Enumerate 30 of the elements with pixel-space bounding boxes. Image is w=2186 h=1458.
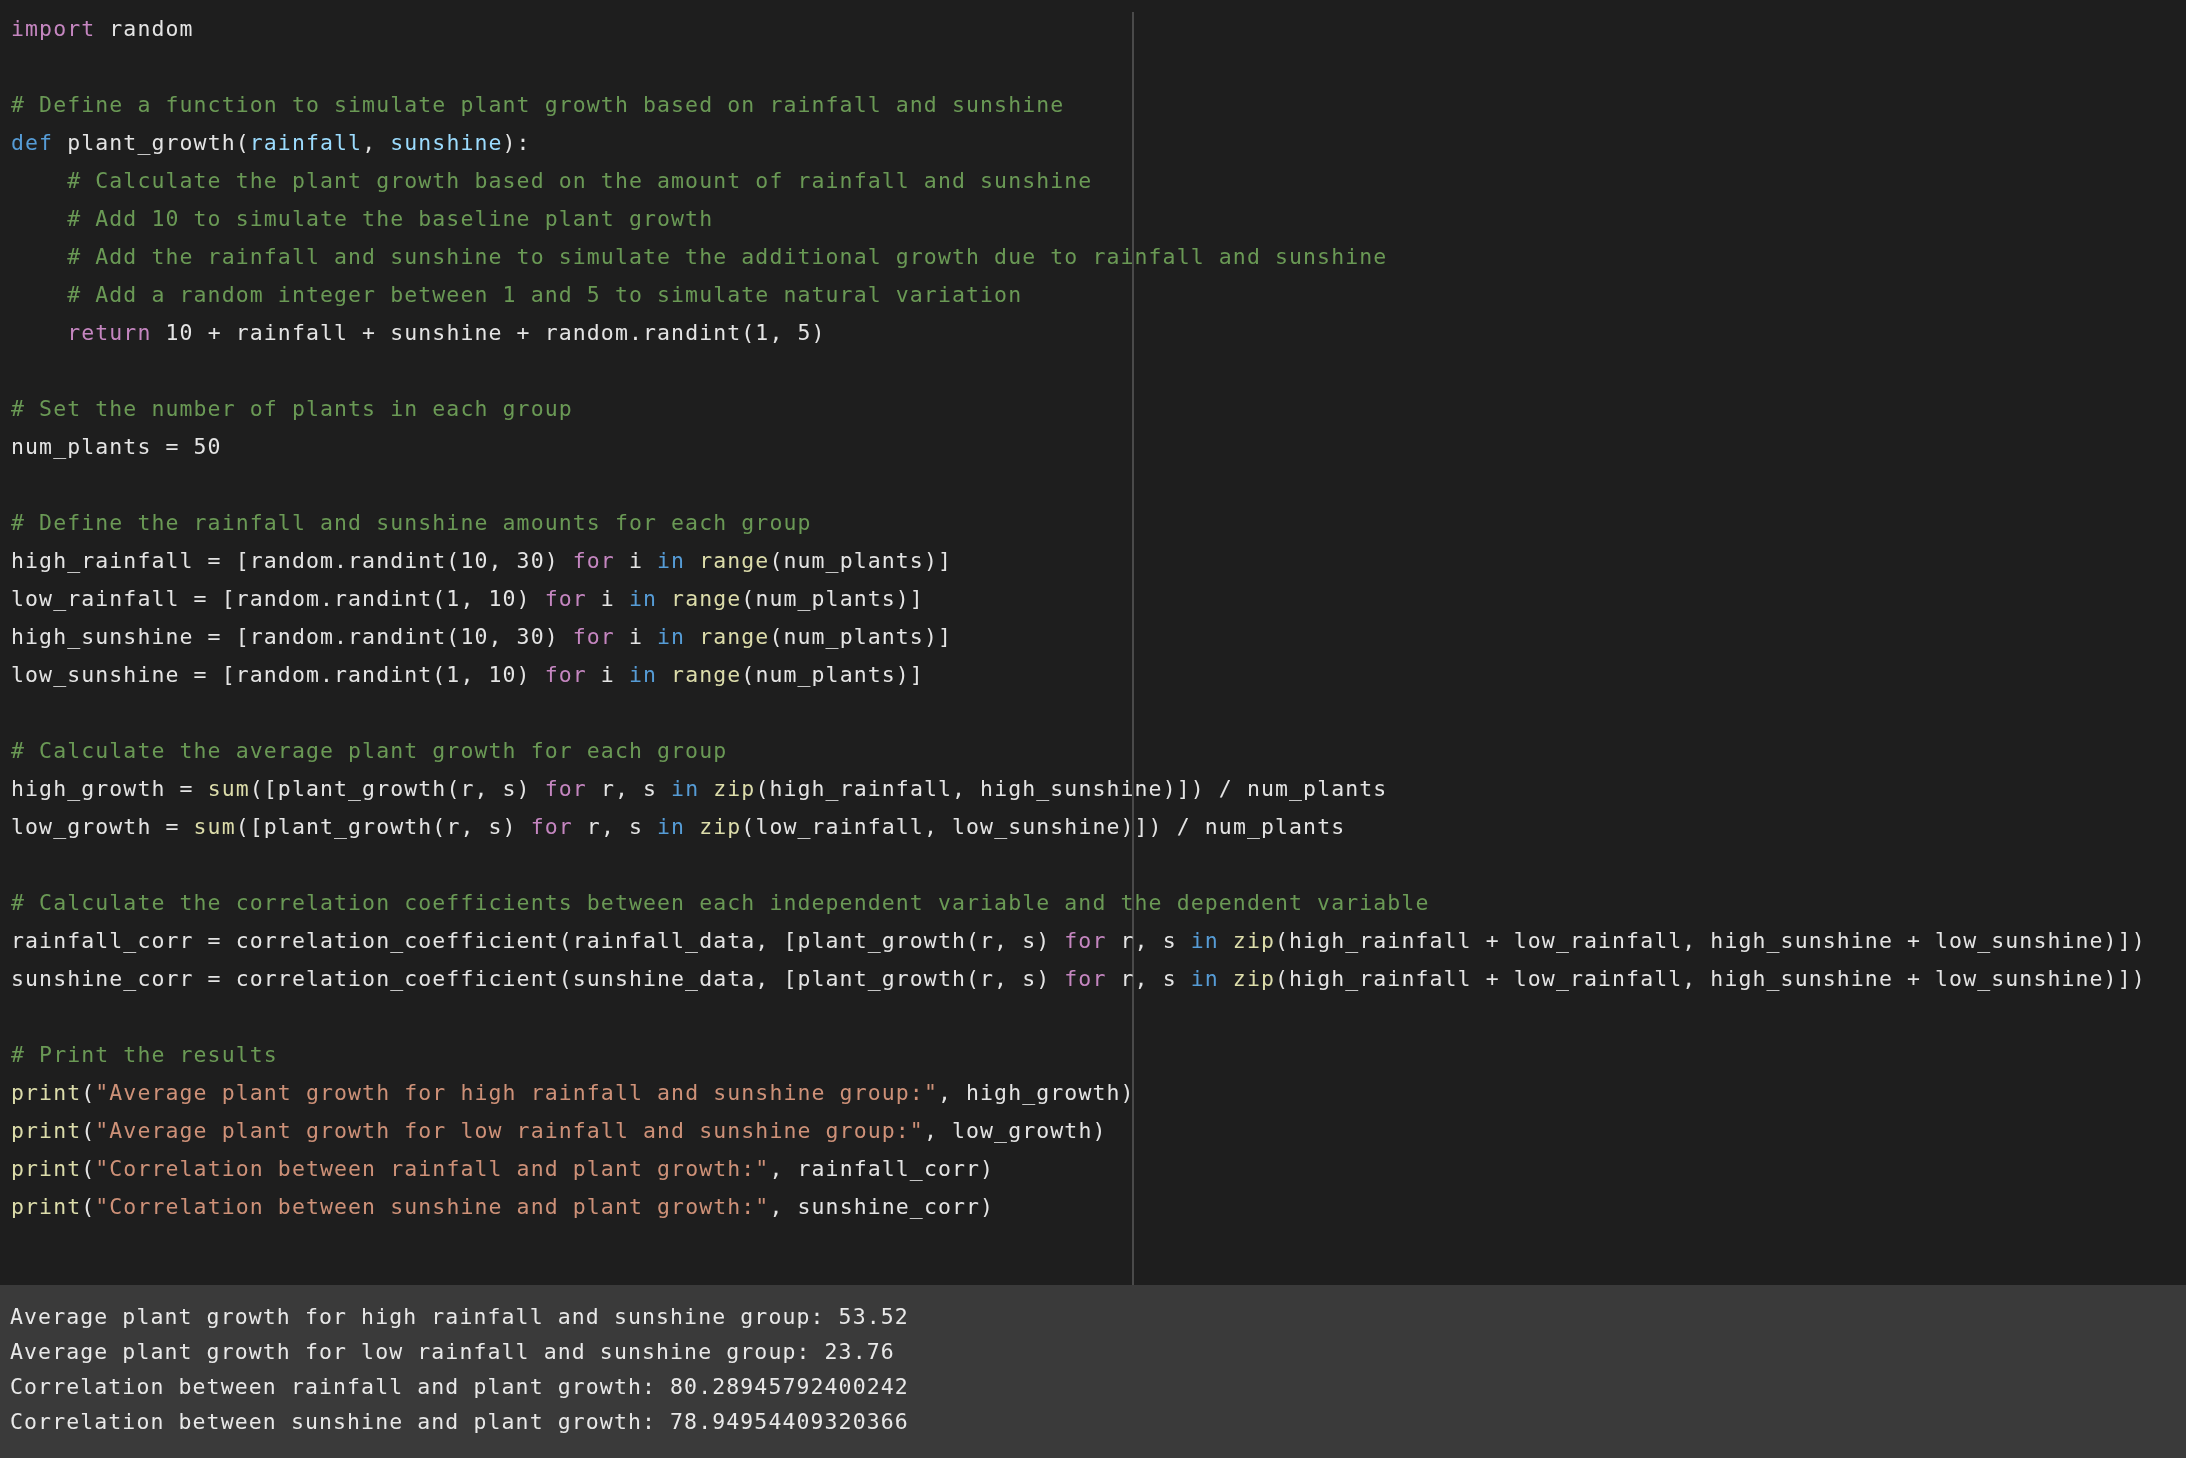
code-line: # Add 10 to simulate the baseline plant growth: [66, 205, 714, 233]
code-line: sunshine_corr = correlation_coefficient(sunshine_data, [plant_growth(r, s) for r, s in zip(high_rainfall + low_rainfall, high_sunshine + low_sunshine)]): [11, 965, 2146, 993]
code-line: print("Average plant growth for low rainfall and sunshine group:", low_growth): [11, 1117, 1107, 1145]
output-line: Average plant growth for low rainfall and sunshine group: 23.76: [10, 1338, 895, 1366]
code-line: print("Average plant growth for high rainfall and sunshine group:", high_growth): [11, 1079, 1135, 1107]
code-line: print("Correlation between rainfall and plant growth:", rainfall_corr): [11, 1155, 995, 1183]
code-line: return 10 + rainfall + sunshine + random.randint(1, 5): [66, 319, 826, 347]
code-line: # Set the number of plants in each group: [11, 395, 573, 423]
code-line: high_sunshine = [random.randint(10, 30) for i in range(num_plants)]: [11, 623, 952, 651]
code-line: # Define the rainfall and sunshine amounts for each group: [11, 509, 812, 537]
code-line: import random: [11, 15, 194, 43]
code-line: low_rainfall = [random.randint(1, 10) for i in range(num_plants)]: [11, 585, 924, 613]
code-line: # Calculate the correlation coefficients between each independent variable and the dependent variable: [11, 889, 1430, 917]
code-line: # Calculate the average plant growth for each group: [11, 737, 728, 765]
code-line: high_growth = sum([plant_growth(r, s) for r, s in zip(high_rainfall, high_sunshine)]) / num_plants: [11, 775, 1388, 803]
code-line: print("Correlation between sunshine and plant growth:", sunshine_corr): [11, 1193, 995, 1221]
code-line: # Print the results: [11, 1041, 278, 1069]
code-line: rainfall_corr = correlation_coefficient(rainfall_data, [plant_growth(r, s) for r, s in zip(high_rainfall + low_rainfall, high_sunshine + low_sunshine)]): [11, 927, 2146, 955]
output-line: Correlation between rainfall and plant growth: 80.28945792400242: [10, 1373, 909, 1401]
code-line: low_growth = sum([plant_growth(r, s) for r, s in zip(low_rainfall, low_sunshine)]) / num_plants: [11, 813, 1346, 841]
code-line: # Add the rainfall and sunshine to simulate the additional growth due to rainfall and sunshine: [66, 243, 1388, 271]
code-line: def plant_growth(rainfall, sunshine):: [11, 129, 531, 157]
output-line: Average plant growth for high rainfall and sunshine group: 53.52: [10, 1303, 909, 1331]
code-line: high_rainfall = [random.randint(10, 30) for i in range(num_plants)]: [11, 547, 952, 575]
code-line: num_plants = 50: [11, 433, 222, 461]
code-line: # Calculate the plant growth based on the amount of rainfall and sunshine: [66, 167, 1093, 195]
code-line: # Define a function to simulate plant growth based on rainfall and sunshine: [11, 91, 1065, 119]
code-line: # Add a random integer between 1 and 5 to simulate natural variation: [66, 281, 1023, 309]
output-line: Correlation between sunshine and plant growth: 78.94954409320366: [10, 1408, 909, 1436]
code-line: low_sunshine = [random.randint(1, 10) for i in range(num_plants)]: [11, 661, 924, 689]
